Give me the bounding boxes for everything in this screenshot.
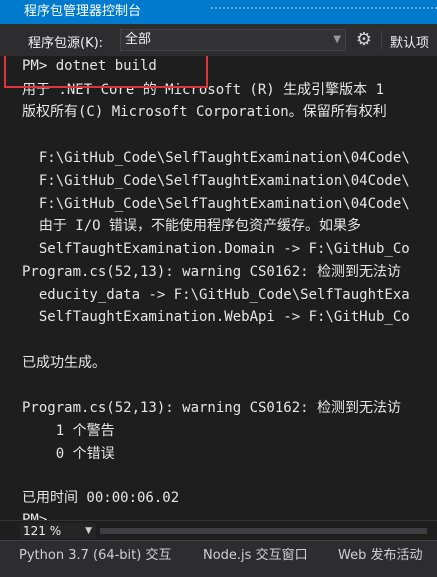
window-title: 程序包管理器控制台 (24, 4, 142, 19)
package-source-dropdown[interactable]: 全部 ▼ (120, 29, 346, 51)
console-line: F:\GitHub_Code\SelfTaughtExamination\04C… (22, 150, 410, 166)
default-project-label: 默认项 (390, 36, 430, 51)
window-title-bar: 程序包管理器控制台 (0, 0, 437, 24)
console-line: 1 个警告 (22, 423, 115, 439)
console-toolbar: 程序包源(K): 全部 ▼ ⚙ 默认项 (0, 24, 437, 56)
vertical-scrollbar[interactable] (427, 56, 437, 520)
console-line: Program.cs(52,13): warning CS0162: 检测到无法… (22, 264, 402, 280)
horizontal-scrollbar-thumb[interactable] (100, 528, 427, 534)
tab-python-interactive[interactable]: Python 3.7 (64-bit) 交互 (19, 545, 171, 567)
zoom-dropdown[interactable]: 121 % ▼ (20, 523, 96, 539)
chevron-down-icon: ▼ (333, 34, 341, 45)
package-source-label: 程序包源(K): (28, 36, 104, 51)
command-highlight-box (4, 56, 208, 88)
tab-web-publish-activity[interactable]: Web 发布活动 (338, 545, 422, 567)
console-line: F:\GitHub_Code\SelfTaughtExamination\04C… (22, 196, 410, 212)
title-grip[interactable] (210, 0, 437, 24)
console-line: 0 个错误 (22, 446, 115, 462)
console-line: 已成功生成。 (22, 355, 106, 371)
console-line: Program.cs(52,13): warning CS0162: 检测到无法… (22, 400, 402, 416)
console-line: 由于 I/O 错误，不能使用程序包资产缓存。如果多 (22, 218, 361, 234)
console-line: PM> (22, 512, 48, 520)
console-line: SelfTaughtExamination.WebApi -> F:\GitHu… (22, 309, 410, 325)
console-line: SelfTaughtExamination.Domain -> F:\GitHu… (22, 241, 410, 257)
console-line: 已用时间 00:00:06.02 (22, 490, 180, 506)
toolbar-divider (381, 30, 382, 50)
horizontal-scrollbar[interactable] (100, 527, 427, 535)
zoom-bar: 121 % ▼ (0, 520, 437, 540)
tab-nodejs-interactive[interactable]: Node.js 交互窗口 (203, 545, 308, 567)
chevron-down-icon: ▼ (85, 526, 92, 536)
tool-window-tabs: Python 3.7 (64-bit) 交互 Node.js 交互窗口 Web … (0, 540, 437, 577)
console-line: educity_data -> F:\GitHub_Code\SelfTaugh… (22, 287, 410, 303)
console-line: F:\GitHub_Code\SelfTaughtExamination\04C… (22, 173, 410, 189)
console-line: 版权所有(C) Microsoft Corporation。保留所有权利 (22, 104, 387, 120)
console-output[interactable]: PM> dotnet build 用于 .NET Core 的 Microsof… (0, 56, 437, 520)
gear-icon[interactable]: ⚙ (352, 28, 376, 52)
package-source-value: 全部 (125, 32, 152, 47)
zoom-value: 121 % (23, 524, 62, 538)
